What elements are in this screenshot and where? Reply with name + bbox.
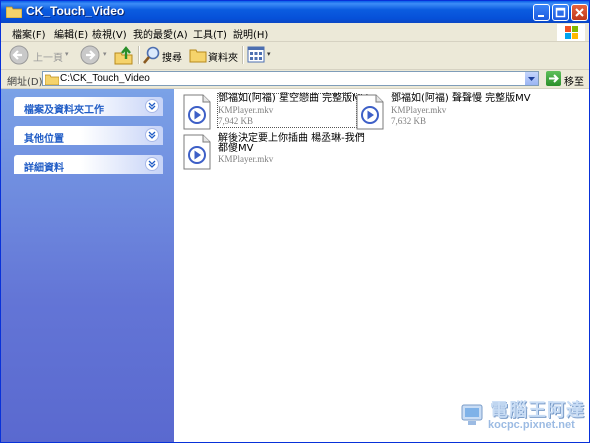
chevron-down-icon — [528, 77, 535, 81]
menu-view[interactable]: 檢視(V) — [92, 26, 127, 41]
address-bar: 網址(D) C:\CK_Touch_Video 移至 — [1, 70, 589, 89]
close-icon — [575, 8, 584, 17]
file-name: 鄧福如(阿福) 聲聲慢 完整版MV — [391, 93, 531, 104]
menu-favorites[interactable]: 我的最愛(A) — [133, 26, 188, 41]
other-places-panel[interactable]: 其他位置 — [14, 126, 163, 145]
folders-button[interactable]: 資料夾 — [188, 44, 238, 66]
toolbar-separator — [242, 46, 244, 64]
windows-logo-icon — [557, 24, 585, 41]
title-bar[interactable]: CK_Touch_Video — [1, 1, 589, 23]
folder-icon — [45, 74, 59, 85]
folders-label: 資料夾 — [208, 53, 238, 64]
menu-file[interactable]: 檔案(F) — [12, 26, 46, 41]
file-type: KMPlayer.mkv — [218, 105, 274, 115]
back-dropdown-icon[interactable]: ▾ — [65, 50, 69, 58]
expand-chevron-icon[interactable] — [145, 99, 159, 113]
up-folder-icon — [114, 46, 133, 65]
details-panel[interactable]: 詳細資料 — [14, 155, 163, 174]
file-type: KMPlayer.mkv — [218, 154, 274, 164]
back-arrow-icon — [9, 45, 29, 65]
forward-arrow-icon — [80, 45, 100, 65]
menu-help[interactable]: 說明(H) — [233, 26, 268, 41]
file-name: 鄧福如(阿福) 星空戀曲 完整版MV — [218, 93, 368, 104]
close-button[interactable] — [571, 4, 588, 21]
back-label: 上一頁 — [33, 53, 63, 64]
file-tasks-panel[interactable]: 檔案及資料夾工作 — [14, 97, 163, 116]
file-size: 7,632 KB — [391, 116, 427, 126]
minimize-button[interactable] — [533, 4, 550, 21]
views-button[interactable]: ▾ — [246, 44, 274, 66]
menu-tools[interactable]: 工具(T) — [193, 26, 227, 41]
site-watermark: 電腦王阿達 kocpc.pixnet.net — [458, 394, 588, 440]
address-field[interactable]: C:\CK_Touch_Video — [42, 71, 539, 86]
folder-icon — [6, 6, 22, 18]
file-tasks-title: 檔案及資料夾工作 — [24, 105, 104, 116]
go-button[interactable] — [546, 71, 561, 86]
toolbar-separator — [138, 46, 140, 64]
file-size: 7,942 KB — [218, 116, 254, 126]
file-list: 鄧福如(阿福) 星空戀曲 完整版MV KMPlayer.mkv 7,942 KB… — [174, 89, 589, 442]
folders-icon — [189, 49, 207, 63]
video-file-icon — [183, 94, 211, 130]
menu-edit[interactable]: 編輯(E) — [54, 26, 88, 41]
file-name-line2: 都傻MV — [218, 143, 254, 154]
watermark-url: kocpc.pixnet.net — [488, 419, 575, 431]
maximize-icon — [555, 7, 566, 18]
other-places-title: 其他位置 — [24, 134, 64, 145]
minimize-icon — [538, 15, 544, 17]
file-item[interactable]: 解後決定要上你插曲 楊丞琳-我們 都傻MV KMPlayer.mkv — [181, 134, 365, 170]
video-file-icon — [183, 134, 211, 170]
video-file-icon — [356, 94, 384, 130]
expand-chevron-icon[interactable] — [145, 128, 159, 142]
file-type: KMPlayer.mkv — [391, 105, 447, 115]
maximize-button[interactable] — [552, 4, 569, 21]
address-value: C:\CK_Touch_Video — [60, 73, 150, 84]
search-button[interactable]: 搜尋 — [142, 44, 184, 66]
menu-bar: 檔案(F) 編輯(E) 檢視(V) 我的最愛(A) 工具(T) 說明(H) — [1, 23, 589, 42]
forward-dropdown-icon[interactable]: ▾ — [103, 50, 107, 58]
task-pane: 檔案及資料夾工作 其他位置 詳細資料 — [1, 89, 174, 442]
standard-toolbar: 上一頁 ▾ ▾ 搜尋 資料夾 ▾ — [1, 42, 589, 70]
views-dropdown-icon[interactable]: ▾ — [267, 50, 271, 58]
up-folder-button[interactable] — [113, 44, 135, 66]
search-label: 搜尋 — [162, 53, 182, 64]
window-title: CK_Touch_Video — [26, 4, 125, 18]
file-item[interactable]: 鄧福如(阿福) 聲聲慢 完整版MV KMPlayer.mkv 7,632 KB — [354, 93, 531, 130]
explorer-window: CK_Touch_Video 檔案(F) 編輯(E) 檢視(V) 我的最愛(A)… — [0, 0, 590, 443]
computer-mascot-icon — [461, 404, 483, 425]
go-arrow-icon — [549, 74, 559, 83]
details-title: 詳細資料 — [24, 163, 64, 174]
go-label[interactable]: 移至 — [564, 73, 584, 88]
views-icon — [247, 46, 265, 63]
back-button[interactable]: 上一頁 ▾ — [7, 44, 69, 66]
address-label: 網址(D) — [7, 77, 43, 88]
address-dropdown-button[interactable] — [525, 72, 538, 85]
expand-chevron-icon[interactable] — [145, 157, 159, 171]
forward-button[interactable]: ▾ — [78, 44, 108, 66]
search-icon — [143, 46, 160, 64]
file-item[interactable]: 鄧福如(阿福) 星空戀曲 完整版MV KMPlayer.mkv 7,942 KB — [181, 93, 368, 130]
